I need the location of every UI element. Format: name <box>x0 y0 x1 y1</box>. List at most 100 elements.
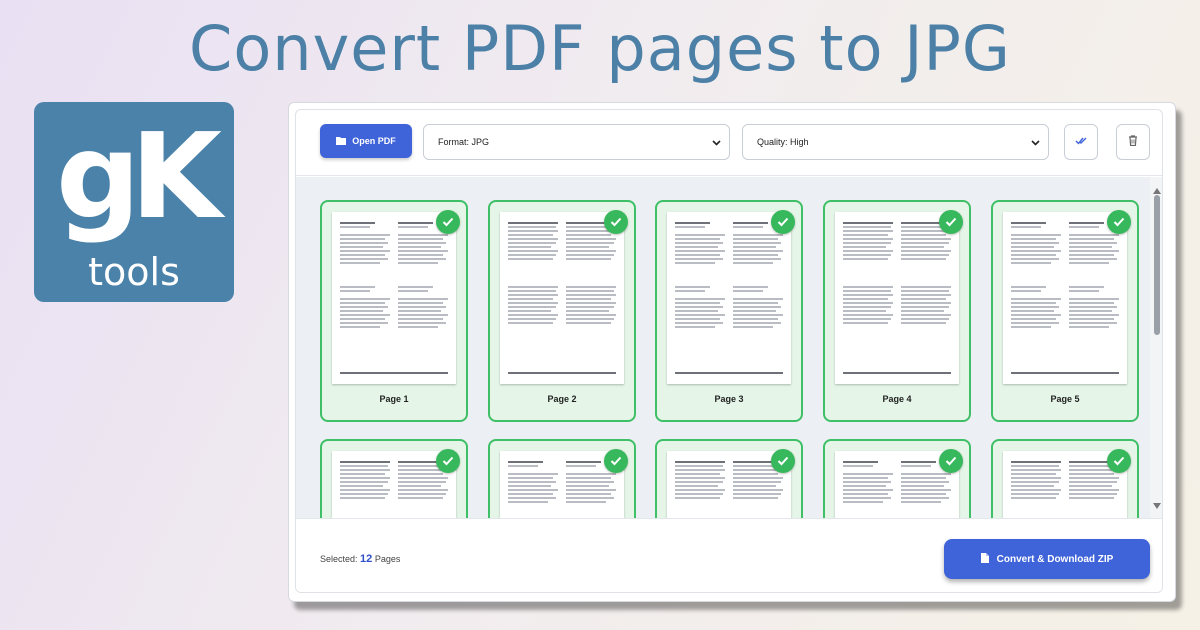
thumbnail-text-line <box>1069 226 1099 228</box>
scroll-down-icon[interactable] <box>1153 496 1161 514</box>
open-pdf-button[interactable]: Open PDF <box>320 124 412 158</box>
thumbnail-text-line <box>733 322 781 324</box>
thumbnail-text-line <box>340 306 388 308</box>
format-select[interactable]: Format: JPG <box>423 124 730 160</box>
thumbnail-text-line <box>1069 310 1112 312</box>
thumbnail-text-line <box>843 501 883 503</box>
thumbnail-text-line <box>340 262 380 264</box>
thumbnail-text-line <box>901 493 946 495</box>
thumbnail-text-line <box>733 246 776 248</box>
thumbnail-text-line <box>1069 286 1104 288</box>
check-icon[interactable] <box>436 449 460 473</box>
thumbnail-text-line <box>398 250 448 252</box>
thumbnail-text-line <box>340 489 390 491</box>
thumbnail-text-line <box>675 469 725 471</box>
thumbnail-text-line <box>843 461 878 463</box>
open-pdf-label: Open PDF <box>352 136 396 146</box>
thumbnail-text-line <box>675 246 718 248</box>
file-icon <box>980 552 989 566</box>
check-icon[interactable] <box>436 210 460 234</box>
thumbnail-footer-line <box>843 372 951 374</box>
quality-select[interactable]: Quality: High <box>742 124 1049 160</box>
page-card-label: Page 2 <box>547 394 577 404</box>
check-icon[interactable] <box>771 449 795 473</box>
thumbnail-text-line <box>340 314 390 316</box>
thumbnail-text-line <box>675 310 718 312</box>
page-thumbnail <box>667 212 791 384</box>
thumbnail-text-line <box>508 497 556 499</box>
thumbnail-text-line <box>398 226 428 228</box>
page-card[interactable] <box>655 439 803 518</box>
check-icon[interactable] <box>939 449 963 473</box>
thumbnail-text-line <box>1069 473 1114 475</box>
thumbnail-text-line <box>1069 322 1117 324</box>
thumbnail-text-line <box>901 477 946 479</box>
thumbnail-text-line <box>566 298 611 300</box>
check-icon[interactable] <box>939 210 963 234</box>
page-card[interactable]: Page 4 <box>823 200 971 422</box>
double-check-icon <box>1075 133 1087 151</box>
page-card[interactable]: Page 2 <box>488 200 636 422</box>
thumbnail-text-line <box>1011 258 1059 260</box>
delete-button[interactable] <box>1116 124 1150 160</box>
thumbnail-text-line <box>508 314 558 316</box>
thumbnail-text-line <box>843 294 893 296</box>
thumbnail-text-line <box>675 306 723 308</box>
vertical-scrollbar[interactable] <box>1150 177 1162 518</box>
page-card-label: Page 1 <box>379 394 409 404</box>
thumbnail-text-line <box>675 493 723 495</box>
thumbnail-text-line <box>675 485 718 487</box>
thumbnail-text-line <box>1069 290 1099 292</box>
thumbnail-text-line <box>508 298 553 300</box>
thumbnail-text-line <box>398 302 443 304</box>
thumbnail-text-line <box>566 501 606 503</box>
thumbnail-text-line <box>843 465 873 467</box>
thumbnail-text-line <box>733 222 768 224</box>
check-icon[interactable] <box>604 210 628 234</box>
thumbnail-text-line <box>398 298 448 300</box>
selected-prefix: Selected: <box>320 554 358 564</box>
thumbnail-text-line <box>340 226 370 228</box>
logo-mark: gK <box>56 107 222 245</box>
thumbnail-text-line <box>340 250 390 252</box>
page-card[interactable] <box>488 439 636 518</box>
thumbnail-text-line <box>340 461 390 463</box>
thumbnail-text-line <box>733 318 778 320</box>
page-card[interactable]: Page 5 <box>991 200 1139 422</box>
page-headline: Convert PDF pages to JPG <box>189 12 1011 85</box>
check-icon[interactable] <box>1107 449 1131 473</box>
thumbnail-text-line <box>1069 242 1117 244</box>
thumbnail-text-line <box>1011 485 1054 487</box>
thumbnail-text-line <box>1011 481 1059 483</box>
check-icon[interactable] <box>604 449 628 473</box>
scrollbar-thumb[interactable] <box>1154 195 1160 335</box>
thumbnail-text-line <box>340 246 383 248</box>
thumbnail-text-line <box>901 234 946 236</box>
page-card[interactable] <box>991 439 1139 518</box>
page-card[interactable] <box>320 439 468 518</box>
thumbnail-text-line <box>398 326 438 328</box>
thumbnail-text-line <box>340 290 370 292</box>
thumbnail-text-line <box>398 314 448 316</box>
thumbnail-text-line <box>1069 222 1104 224</box>
thumbnail-text-line <box>733 473 778 475</box>
check-icon[interactable] <box>771 210 795 234</box>
select-all-button[interactable] <box>1064 124 1098 160</box>
thumbnail-text-line <box>1069 485 1112 487</box>
thumbnail-text-line <box>340 465 388 467</box>
check-icon[interactable] <box>1107 210 1131 234</box>
thumbnail-text-line <box>1011 222 1046 224</box>
convert-download-button[interactable]: Convert & Download ZIP <box>944 539 1150 579</box>
thumbnail-text-line <box>1069 318 1114 320</box>
thumbnail-text-line <box>675 318 720 320</box>
thumbnail-text-line <box>675 222 710 224</box>
thumbnail-text-line <box>901 254 949 256</box>
thumbnail-text-line <box>566 238 616 240</box>
page-thumbnail <box>500 212 624 384</box>
thumbnail-text-line <box>508 461 543 463</box>
page-card[interactable] <box>823 439 971 518</box>
page-card[interactable]: Page 3 <box>655 200 803 422</box>
page-card[interactable]: Page 1 <box>320 200 468 422</box>
thumbnail-text-line <box>843 306 891 308</box>
thumbnail-text-line <box>1069 246 1112 248</box>
